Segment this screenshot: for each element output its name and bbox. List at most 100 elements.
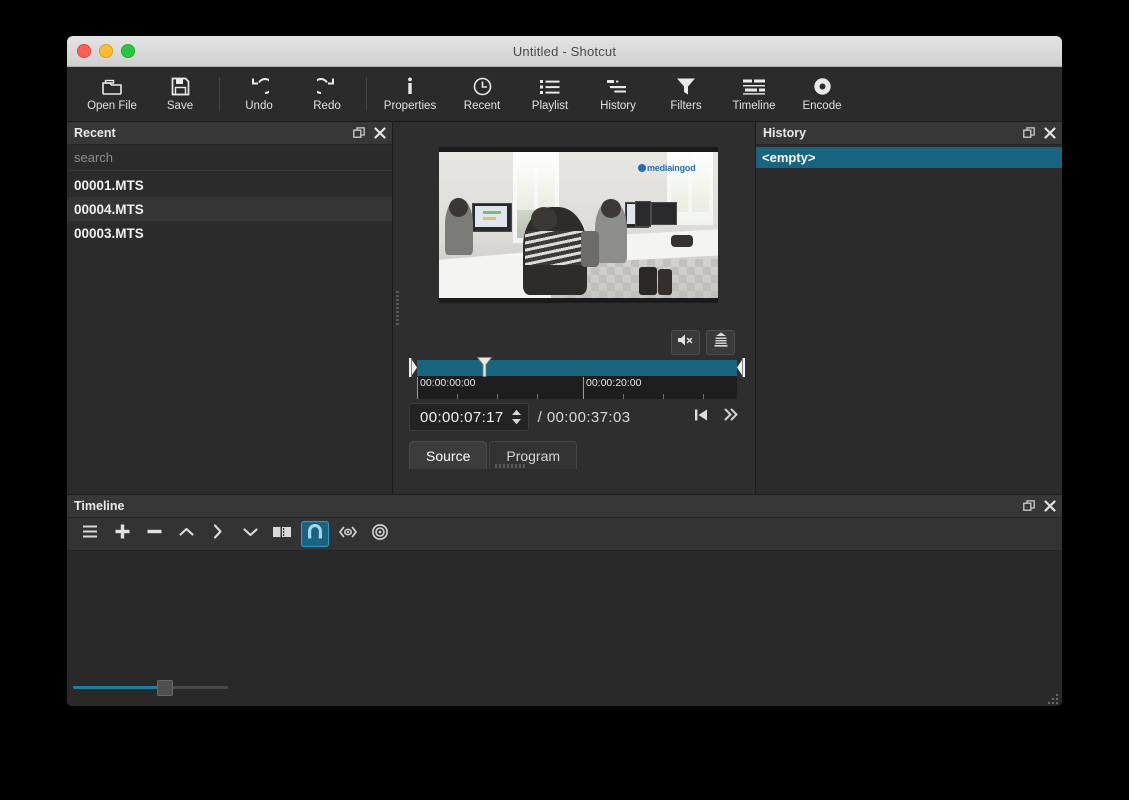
scrubber-tick-label: 00:00:00:00 xyxy=(420,377,476,389)
ripple-all-tracks-button[interactable] xyxy=(367,522,393,546)
scrubber-range-bar[interactable] xyxy=(417,360,737,376)
recent-item-label: 00004.MTS xyxy=(74,201,144,217)
timeline-toolbar xyxy=(67,518,1062,551)
timeline-panel-title: Timeline xyxy=(74,499,125,513)
recent-file-list[interactable]: 00001.MTS 00004.MTS 00003.MTS xyxy=(67,171,392,494)
playlist-label: Playlist xyxy=(531,99,569,112)
history-close-icon[interactable] xyxy=(1043,127,1056,140)
zoom-slider-handle[interactable] xyxy=(156,680,173,696)
history-float-icon[interactable] xyxy=(1022,127,1035,140)
history-icon xyxy=(607,77,629,97)
list-item[interactable]: 00004.MTS xyxy=(67,197,392,221)
speaker-muted-icon xyxy=(677,333,694,352)
tab-source[interactable]: Source xyxy=(409,441,488,469)
properties-button[interactable]: Properties xyxy=(373,69,447,119)
history-panel-titlebar: History xyxy=(756,122,1062,145)
history-panel-title: History xyxy=(763,126,807,140)
playlist-button[interactable]: Playlist xyxy=(517,69,583,119)
list-item[interactable]: <empty> xyxy=(756,147,1062,168)
video-preview[interactable]: mediaingod xyxy=(438,146,718,303)
shotcut-main-window: Untitled - Shotcut Open File Save Undo R… xyxy=(67,36,1062,706)
transport-controls: 00:00:07:17 / 00:00:37:03 xyxy=(401,399,755,435)
chevron-right-icon xyxy=(212,524,224,544)
timecode-stepper[interactable] xyxy=(511,409,522,425)
audio-levels-icon xyxy=(713,332,729,352)
open-file-button[interactable]: Open File xyxy=(79,69,145,119)
recent-item-label: 00003.MTS xyxy=(74,225,144,241)
minimize-window-button[interactable] xyxy=(99,44,113,58)
player-tab-bar: Source Program xyxy=(401,435,755,469)
timeline-menu-button[interactable] xyxy=(77,522,103,546)
scrubber-tick-label: 00:00:20:00 xyxy=(586,377,642,389)
redo-button[interactable]: Redo xyxy=(294,69,360,119)
recent-float-icon[interactable] xyxy=(352,127,365,140)
encode-button[interactable]: Encode xyxy=(789,69,855,119)
left-splitter[interactable] xyxy=(393,122,401,494)
recent-search-input[interactable]: search xyxy=(67,145,392,171)
mute-button[interactable] xyxy=(671,329,700,355)
close-window-button[interactable] xyxy=(77,44,91,58)
fast-forward-button[interactable] xyxy=(724,408,739,426)
ripple-delete-button[interactable] xyxy=(141,522,167,546)
filters-button[interactable]: Filters xyxy=(653,69,719,119)
recent-search-placeholder: search xyxy=(74,150,114,165)
timeline-close-icon[interactable] xyxy=(1043,500,1056,513)
total-duration-label: / 00:00:37:03 xyxy=(538,409,631,426)
undo-button[interactable]: Undo xyxy=(226,69,292,119)
clock-icon xyxy=(473,77,492,97)
timeline-icon xyxy=(743,77,765,97)
timeline-tracks-area[interactable] xyxy=(67,551,1062,706)
skip-to-start-button[interactable] xyxy=(694,408,708,427)
split-clip-button[interactable] xyxy=(269,522,295,546)
timeline-float-icon[interactable] xyxy=(1022,500,1035,513)
history-label: History xyxy=(600,99,636,112)
player-scrubber[interactable]: 00:00:00:00 00:00:20:00 xyxy=(409,357,745,399)
timeline-zoom-slider[interactable] xyxy=(73,680,228,696)
audio-levels-button[interactable] xyxy=(706,329,735,355)
out-point-marker[interactable] xyxy=(736,358,745,377)
scrub-drag-button[interactable] xyxy=(335,522,361,546)
info-icon xyxy=(406,77,414,97)
split-button[interactable] xyxy=(237,522,263,546)
video-stage: mediaingod xyxy=(401,122,755,327)
overwrite-button[interactable] xyxy=(205,522,231,546)
scrubber-ruler[interactable]: 00:00:00:00 00:00:20:00 xyxy=(417,376,737,399)
snap-button[interactable] xyxy=(301,521,329,547)
workspace: Recent search 00001.MTS 00004.MTS 00003.… xyxy=(67,122,1062,706)
timeline-panel: Timeline xyxy=(67,494,1062,706)
playhead-marker[interactable] xyxy=(476,357,493,377)
video-wall-logo: mediaingod xyxy=(637,162,696,173)
current-timecode-value: 00:00:07:17 xyxy=(420,408,504,426)
recent-button[interactable]: Recent xyxy=(449,69,515,119)
main-toolbar: Open File Save Undo Redo Properties Rece… xyxy=(67,67,1062,122)
properties-label: Properties xyxy=(383,99,437,112)
append-button[interactable] xyxy=(109,522,135,546)
current-timecode-field[interactable]: 00:00:07:17 xyxy=(409,403,529,431)
list-item[interactable]: 00001.MTS xyxy=(67,173,392,197)
redo-label: Redo xyxy=(313,99,341,112)
save-label: Save xyxy=(166,99,194,112)
maximize-window-button[interactable] xyxy=(121,44,135,58)
undo-arrow-icon xyxy=(249,77,269,97)
save-button[interactable]: Save xyxy=(147,69,213,119)
player-splitter-grip[interactable] xyxy=(495,464,525,468)
list-item[interactable]: 00003.MTS xyxy=(67,221,392,245)
video-logo-text: mediaingod xyxy=(646,162,696,173)
plus-icon xyxy=(115,524,130,544)
recent-panel-title: Recent xyxy=(74,126,116,140)
history-button[interactable]: History xyxy=(585,69,651,119)
duration-separator: / xyxy=(537,408,543,426)
window-resize-grip[interactable] xyxy=(1048,692,1059,704)
history-list[interactable]: <empty> xyxy=(756,145,1062,494)
player-panel: mediaingod 00:00:00:00 00:00:20:00 00:00… xyxy=(401,122,755,494)
timeline-panel-titlebar: Timeline xyxy=(67,495,1062,518)
list-icon xyxy=(540,77,560,97)
recent-close-icon[interactable] xyxy=(373,127,386,140)
window-controls xyxy=(67,44,135,58)
undo-label: Undo xyxy=(245,99,273,112)
recent-item-label: 00001.MTS xyxy=(74,177,144,193)
open-file-label: Open File xyxy=(87,99,137,112)
toolbar-separator xyxy=(219,77,220,111)
lift-button[interactable] xyxy=(173,522,199,546)
timeline-button[interactable]: Timeline xyxy=(721,69,787,119)
